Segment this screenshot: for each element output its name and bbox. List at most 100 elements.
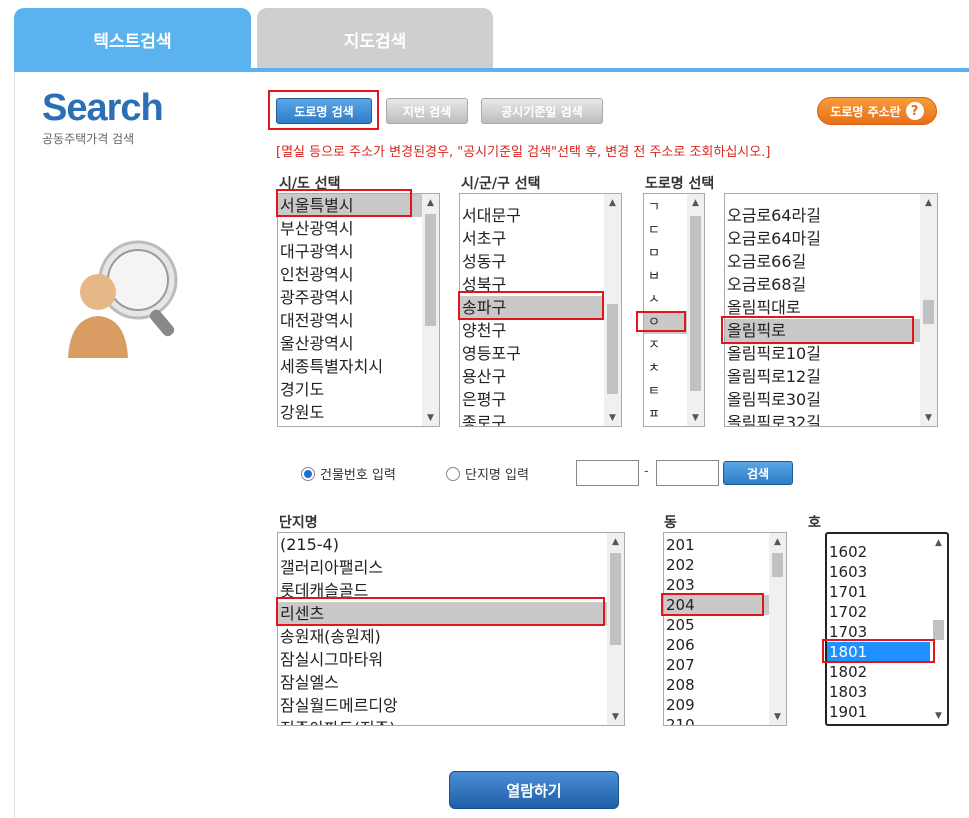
consonant-scrollbar[interactable]: ▲ ▼ [687,194,704,426]
road-item[interactable]: 올림픽로12길 [725,365,920,388]
ho-item[interactable]: 1801 [827,642,930,662]
consonant-item[interactable]: ㅌ [644,380,687,403]
main-number-input[interactable] [576,460,639,486]
scroll-up-icon[interactable]: ▲ [769,533,786,550]
road-item[interactable]: 올림픽로30길 [725,388,920,411]
scroll-up-icon[interactable]: ▲ [920,194,937,211]
consonant-item[interactable]: ㅇ [644,311,687,334]
ho-item[interactable]: 1603 [827,562,930,582]
consonant-item[interactable]: ㅊ [644,357,687,380]
sido-item[interactable]: 강원도 [278,401,422,424]
sigungu-item[interactable]: 용산구 [460,365,604,388]
scroll-down-icon[interactable]: ▼ [687,409,704,426]
complex-item[interactable]: 갤러리아팰리스 [278,556,607,579]
sido-scrollbar[interactable]: ▲ ▼ [422,194,439,426]
ho-item[interactable]: 1702 [827,602,930,622]
ho-list[interactable]: 1602 1603 1701 1702 1703 1801 1802 1803 … [825,532,949,726]
radio-on-icon[interactable] [301,466,315,481]
scroll-up-icon[interactable]: ▲ [422,194,439,211]
scroll-down-icon[interactable]: ▼ [769,708,786,725]
sido-item[interactable]: 대전광역시 [278,309,422,332]
sido-item[interactable]: 인천광역시 [278,263,422,286]
consonant-item[interactable]: ㅅ [644,288,687,311]
dong-scrollbar[interactable]: ▲ ▼ [769,533,786,725]
sido-item[interactable]: 대구광역시 [278,240,422,263]
complex-scrollbar[interactable]: ▲ ▼ [607,533,624,725]
complex-item[interactable]: 송원재(송원제) [278,625,607,648]
sido-list[interactable]: 서울특별시 부산광역시 대구광역시 인천광역시 광주광역시 대전광역시 울산광역… [277,193,440,427]
sigungu-item[interactable]: 성북구 [460,273,604,296]
scroll-up-icon[interactable]: ▲ [607,533,624,550]
road-item[interactable]: 올림픽로 [725,319,920,342]
road-item[interactable]: 오금로66길 [725,250,920,273]
complex-item[interactable]: (215-4) [278,533,607,556]
road-address-info-button[interactable]: 도로명 주소란 ? [817,97,937,125]
sigungu-item[interactable]: 서초구 [460,227,604,250]
scroll-down-icon[interactable]: ▼ [920,409,937,426]
sigungu-item[interactable]: 양천구 [460,319,604,342]
sub-number-input[interactable] [656,460,719,486]
consonant-list[interactable]: ㄱ ㄷ ㅁ ㅂ ㅅ ㅇ ㅈ ㅊ ㅌ ㅍ ▲ ▼ [643,193,705,427]
dong-item[interactable]: 207 [664,655,769,675]
ho-item[interactable]: 1703 [827,622,930,642]
tab-map-search[interactable]: 지도검색 [257,8,493,70]
scroll-down-icon[interactable]: ▼ [930,707,947,724]
search-button[interactable]: 검색 [723,461,793,485]
dong-item[interactable]: 204 [664,595,769,615]
complex-item[interactable]: 롯데캐슬골드 [278,579,607,602]
consonant-item[interactable]: ㄷ [644,219,687,242]
complex-item[interactable]: 잠실엘스 [278,671,607,694]
road-list[interactable]: 오금로64라길 오금로64마길 오금로66길 오금로68길 올림픽대로 올림픽로… [724,193,938,427]
sigungu-item[interactable]: 송파구 [460,296,604,319]
consonant-item[interactable]: ㅍ [644,403,687,426]
sido-item[interactable]: 울산광역시 [278,332,422,355]
dong-item[interactable]: 209 [664,695,769,715]
ho-item[interactable]: 1901 [827,702,930,722]
dong-list[interactable]: 201 202 203 204 205 206 207 208 209 210 … [663,532,787,726]
tab-text-search[interactable]: 텍스트검색 [14,8,251,70]
ho-item[interactable]: 1701 [827,582,930,602]
scroll-thumb[interactable] [772,553,783,577]
sigungu-item[interactable]: 성동구 [460,250,604,273]
scroll-thumb[interactable] [933,620,944,640]
consonant-item[interactable]: ㄱ [644,196,687,219]
radio-complex-name[interactable]: 단지명 입력 [446,464,529,483]
scroll-down-icon[interactable]: ▼ [422,409,439,426]
complex-list[interactable]: (215-4) 갤러리아팰리스 롯데캐슬골드 리센츠 송원재(송원제) 잠실시그… [277,532,625,726]
consonant-item[interactable]: ㅂ [644,265,687,288]
road-search-button[interactable]: 도로명 검색 [276,98,372,124]
ho-scrollbar[interactable]: ▲ ▼ [930,534,947,724]
view-button[interactable]: 열람하기 [449,771,619,809]
dong-item[interactable]: 203 [664,575,769,595]
sigungu-item[interactable]: 종로구 [460,411,604,426]
sigungu-list[interactable]: 서대문구 서초구 성동구 성북구 송파구 양천구 영등포구 용산구 은평구 종로… [459,193,622,427]
dong-item[interactable]: 202 [664,555,769,575]
complex-item[interactable]: 잠실시그마타워 [278,648,607,671]
sigungu-item[interactable]: 영등포구 [460,342,604,365]
road-item[interactable]: 오금로64라길 [725,204,920,227]
sido-item[interactable]: 세종특별자치시 [278,355,422,378]
road-item[interactable]: 올림픽대로 [725,296,920,319]
lot-search-button[interactable]: 지번 검색 [386,98,468,124]
ho-item[interactable]: 1803 [827,682,930,702]
radio-building-no[interactable]: 건물번호 입력 [301,464,396,483]
scroll-thumb[interactable] [607,304,618,394]
scroll-thumb[interactable] [690,216,701,391]
complex-item[interactable]: 진주아파트(진주) [278,717,607,725]
consonant-item[interactable]: ㅁ [644,242,687,265]
sido-item[interactable]: 부산광역시 [278,217,422,240]
sido-item[interactable]: 서울특별시 [278,194,422,217]
road-scrollbar[interactable]: ▲ ▼ [920,194,937,426]
scroll-down-icon[interactable]: ▼ [604,409,621,426]
ho-item[interactable]: 1802 [827,662,930,682]
complex-item[interactable]: 리센츠 [278,602,607,625]
scroll-down-icon[interactable]: ▼ [607,708,624,725]
road-item[interactable]: 올림픽로32길 [725,411,920,426]
consonant-item[interactable]: ㅈ [644,334,687,357]
road-item[interactable]: 오금로68길 [725,273,920,296]
scroll-up-icon[interactable]: ▲ [687,194,704,211]
sigungu-scrollbar[interactable]: ▲ ▼ [604,194,621,426]
dong-item[interactable]: 205 [664,615,769,635]
dong-item[interactable]: 210 [664,715,769,725]
sido-item[interactable]: 경기도 [278,378,422,401]
